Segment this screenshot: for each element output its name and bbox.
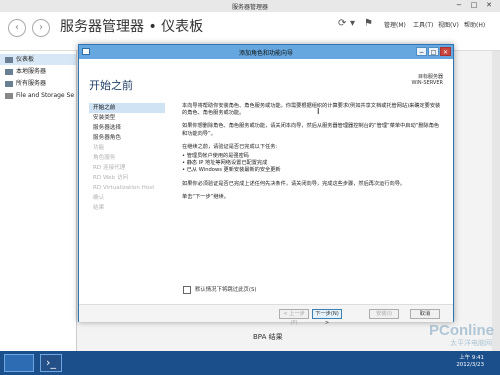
storage-icon xyxy=(5,92,13,99)
breadcrumb: 服务器管理器 • 仪表板 xyxy=(60,19,204,35)
sidebar-item-label: 本地服务器 xyxy=(16,68,47,75)
server-manager-taskbar-button[interactable] xyxy=(4,354,34,372)
nav-confirmation: 确认 xyxy=(93,195,105,201)
sidebar-item-label: 所有服务器 xyxy=(16,80,47,87)
menu-help[interactable]: 帮助(H) xyxy=(464,20,485,29)
close-icon[interactable]: ✕ xyxy=(482,1,496,10)
dialog-title: 添加角色和功能向导 xyxy=(238,50,293,57)
servers-icon xyxy=(5,80,13,87)
nav-rd-connection-broker: RD 连接代理 xyxy=(93,165,126,171)
nav-rd-web-access: RD Web 访问 xyxy=(93,175,129,181)
nav-before-you-begin[interactable]: 开始之前 xyxy=(89,103,165,113)
watermark-subtitle: 太平洋电脑网 xyxy=(450,339,492,347)
body-paragraph: 在继续之前，请验证是否已完成以下任务: xyxy=(182,143,278,150)
wizard-body: 本向导将帮助你安装角色、角色服务或功能。你需要根据组织的计算要求(例如共享文档或… xyxy=(182,103,444,207)
dashboard-icon xyxy=(5,56,13,63)
sidebar-item-all-servers[interactable]: 所有服务器 xyxy=(0,78,76,89)
menu-manage[interactable]: 管理(M) xyxy=(384,20,406,29)
sidebar-item-dashboard[interactable]: 仪表板 xyxy=(0,54,76,65)
bpa-results-label: BPA 结果 xyxy=(253,333,283,341)
dialog-button-bar: < 上一步(P) 下一步(N) > 安装(I) 取消 xyxy=(79,304,453,326)
refresh-icon[interactable]: ⟳ xyxy=(338,18,346,29)
body-paragraph: 如果你必须验证是否已完成上述任何先决条件，请关闭向导，完成这些步骤，然后再次运行… xyxy=(182,180,406,187)
powershell-icon[interactable]: ›_ xyxy=(40,354,62,372)
skip-page-label: 默认情况下将跳过此页(S) xyxy=(195,287,257,293)
sidebar: 仪表板 本地服务器 所有服务器 File and Storage Se xyxy=(0,51,77,351)
next-button[interactable]: 下一步(N) > xyxy=(312,309,342,326)
system-clock[interactable]: 上午 9:41 2012/3/23 xyxy=(456,355,484,369)
dialog-close-icon[interactable]: ✕ xyxy=(440,47,451,56)
list-item: 已从 Windows 更新安装最新的安全更新 xyxy=(182,167,444,174)
dialog-titlebar[interactable]: 添加角色和功能向导 − □ ✕ xyxy=(79,45,453,59)
server-icon xyxy=(5,68,13,75)
prerequisite-list: 管理员帐户使用的是强密码 静态 IP 地址等网络设置已配置完成 已从 Windo… xyxy=(182,153,444,175)
back-button[interactable]: ‹ xyxy=(8,19,26,37)
clock-time: 上午 9:41 xyxy=(459,355,484,361)
menu-tools[interactable]: 工具(T) xyxy=(413,20,433,29)
scrollbar[interactable] xyxy=(492,51,500,351)
cancel-button[interactable]: 取消 xyxy=(410,309,440,319)
nav-results: 结果 xyxy=(93,205,105,211)
wizard-nav: 开始之前 安装类型 服务器选择 服务器角色 功能 角色服务 RD 连接代理 RD… xyxy=(89,103,165,213)
install-button[interactable]: 安装(I) xyxy=(369,309,399,319)
destination-server-value: WIN-SERVER xyxy=(411,80,443,86)
forward-button[interactable]: › xyxy=(32,19,50,37)
sidebar-item-label: File and Storage Se xyxy=(16,92,75,99)
nav-installation-type[interactable]: 安装类型 xyxy=(89,113,165,123)
page-title: 开始之前 xyxy=(89,79,133,92)
nav-server-selection[interactable]: 服务器选择 xyxy=(89,123,165,133)
dialog-maximize-icon[interactable]: □ xyxy=(428,47,439,56)
maximize-icon[interactable]: □ xyxy=(467,1,481,10)
sidebar-item-label: 仪表板 xyxy=(16,56,35,63)
clock-date: 2012/3/23 xyxy=(456,362,484,368)
body-paragraph: 本向导将帮助你安装角色、角色服务或功能。你需要根据组织的计算要求(例如共享文档或… xyxy=(182,103,441,117)
add-roles-wizard-dialog: 添加角色和功能向导 − □ ✕ 开始之前 目标服务器 WIN-SERVER 开始… xyxy=(78,44,454,326)
window-title: 服务器管理器 xyxy=(231,4,268,11)
skip-page-checkbox[interactable]: 默认情况下将跳过此页(S) xyxy=(183,285,257,294)
nav-role-services: 角色服务 xyxy=(93,155,116,161)
sidebar-item-file-storage[interactable]: File and Storage Se xyxy=(0,90,76,101)
menu-view[interactable]: 视图(V) xyxy=(438,20,459,29)
flag-icon[interactable]: ⚑ xyxy=(364,18,373,29)
mouse-cursor-icon: Ι xyxy=(317,107,320,116)
checkbox-icon[interactable] xyxy=(183,285,191,294)
chevron-down-icon[interactable]: ▾ xyxy=(350,18,355,29)
body-paragraph: 如果你想删除角色、角色服务或功能，请关闭本向导，然后从服务器管理器控制台的“管理… xyxy=(182,123,440,137)
destination-server-label: 目标服务器 xyxy=(417,74,443,80)
nav-rd-virtualization-host: RD Virtualization Host xyxy=(93,185,155,191)
previous-button[interactable]: < 上一步(P) xyxy=(279,309,309,326)
sidebar-item-local-server[interactable]: 本地服务器 xyxy=(0,66,76,77)
nav-server-roles[interactable]: 服务器角色 xyxy=(89,133,165,143)
nav-features: 功能 xyxy=(93,145,105,151)
taskbar: ›_ 上午 9:41 2012/3/23 xyxy=(0,351,500,375)
watermark-brand: PConline xyxy=(428,322,494,339)
dialog-minimize-icon[interactable]: − xyxy=(416,47,427,56)
minimize-icon[interactable]: − xyxy=(452,1,466,10)
body-paragraph: 单击“下一步”继续。 xyxy=(182,193,229,200)
